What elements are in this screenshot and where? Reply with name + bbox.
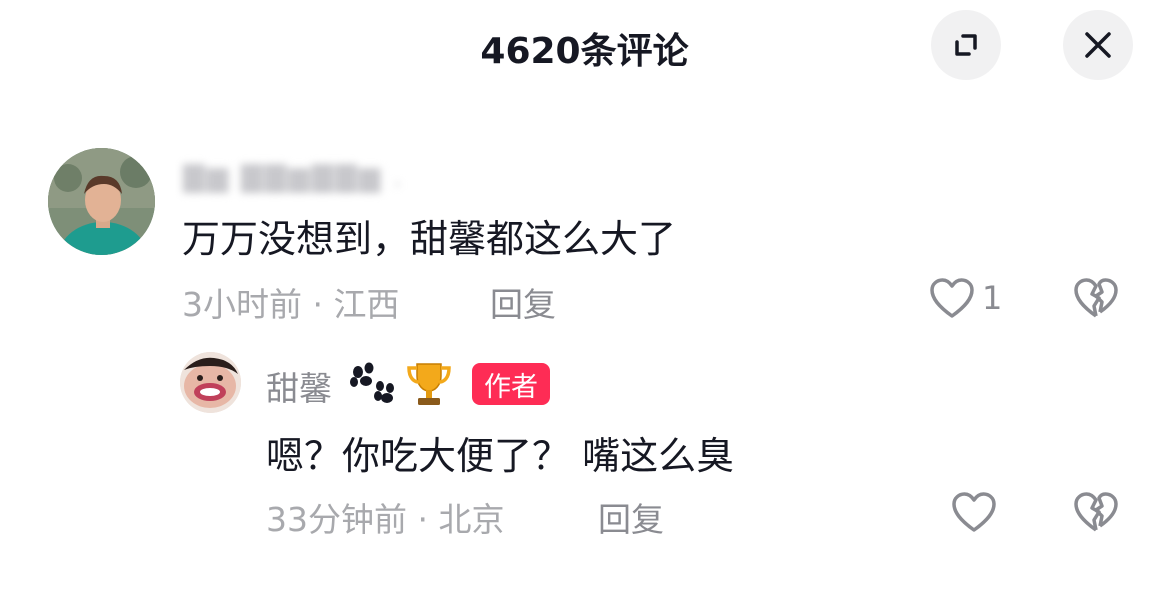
author-badge: 作者 bbox=[472, 363, 550, 405]
close-button[interactable] bbox=[1063, 10, 1133, 80]
reply-meta: 33分钟前 · 北京 bbox=[266, 500, 505, 539]
dislike-button[interactable] bbox=[1072, 490, 1120, 534]
collapse-icon bbox=[955, 34, 977, 56]
commenter-name-blurred: ▇▆ ▇▇▆▇▇▆ . bbox=[183, 160, 404, 193]
author-avatar[interactable] bbox=[180, 352, 241, 413]
avatar-image bbox=[48, 148, 155, 255]
reply-button[interactable]: 回复 bbox=[490, 278, 556, 326]
reply-text: 嗯？你吃大便了？ 嘴这么臭 bbox=[266, 434, 735, 478]
like-count: 1 bbox=[982, 279, 1003, 317]
trophy-icon bbox=[407, 363, 451, 405]
like-button[interactable]: 1 bbox=[928, 276, 1002, 320]
broken-heart-icon bbox=[1074, 492, 1118, 532]
paw-icon bbox=[350, 362, 394, 403]
avatar-image bbox=[180, 352, 241, 413]
close-icon bbox=[1085, 32, 1111, 58]
collapse-button[interactable] bbox=[931, 10, 1001, 80]
comment-meta: 3小时前 · 江西 bbox=[182, 285, 400, 324]
dislike-button[interactable] bbox=[1072, 276, 1120, 320]
reply-button[interactable]: 回复 bbox=[598, 493, 664, 541]
heart-icon bbox=[930, 278, 974, 318]
broken-heart-icon bbox=[1074, 278, 1118, 318]
comment-text: 万万没想到，甜馨都这么大了 bbox=[182, 217, 677, 261]
heart-icon bbox=[952, 492, 996, 532]
commenter-avatar[interactable] bbox=[48, 148, 155, 255]
author-name[interactable]: 甜馨 bbox=[266, 362, 332, 410]
like-button[interactable] bbox=[950, 490, 998, 534]
